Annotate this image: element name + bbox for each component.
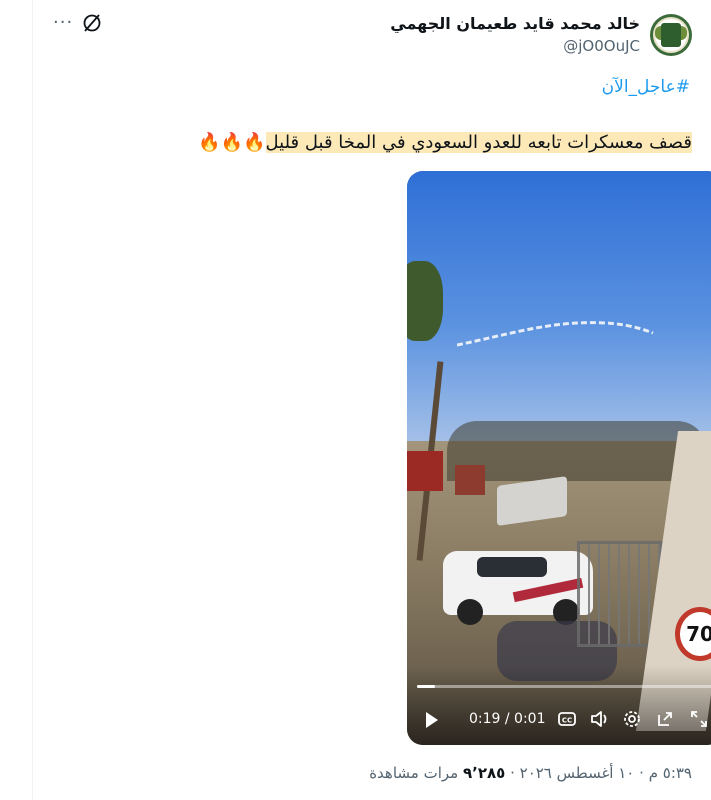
meta-separator: · bbox=[510, 764, 515, 782]
video-container-2 bbox=[455, 465, 485, 495]
video-trees bbox=[447, 421, 707, 481]
video-tree-left bbox=[407, 261, 443, 341]
video-controls-overlay bbox=[407, 665, 711, 745]
video-progress-fill bbox=[417, 685, 435, 688]
svg-text:CC: CC bbox=[562, 717, 572, 725]
tweet-date[interactable]: ١٠ أغسطس ٢٠٢٦ bbox=[520, 764, 635, 782]
missile-trail bbox=[457, 321, 654, 347]
video-car bbox=[443, 551, 593, 625]
meta-separator: · bbox=[639, 764, 644, 782]
views-label: مرات مشاهدة bbox=[369, 764, 459, 782]
tweet-time[interactable]: ٥:٣٩ م bbox=[649, 764, 692, 782]
video-player[interactable]: 70 0:19 / 0:01 CC bbox=[407, 171, 711, 745]
tweet-text-body: قصف معسكرات تابعه للعدو السعودي في المخا… bbox=[265, 132, 692, 153]
views-count: ٩٬٢٨٥ bbox=[462, 764, 506, 782]
video-container bbox=[407, 451, 443, 491]
fullscreen-icon[interactable] bbox=[689, 709, 709, 729]
settings-icon[interactable] bbox=[622, 709, 642, 729]
tweet-meta: ٥:٣٩ م · ١٠ أغسطس ٢٠٢٦ · ٩٬٢٨٥ مرات مشاه… bbox=[369, 764, 692, 782]
hashtag-link[interactable]: #عاجل_الآن bbox=[602, 77, 690, 97]
car-window bbox=[477, 557, 547, 577]
fire-emojis: 🔥🔥🔥 bbox=[198, 132, 266, 153]
car-wheel bbox=[457, 599, 483, 625]
play-icon[interactable] bbox=[425, 711, 439, 729]
popout-icon[interactable] bbox=[655, 709, 675, 729]
author-name[interactable]: خالد محمد قايد طعيمان الجهمي bbox=[390, 14, 640, 33]
more-options-icon[interactable]: ··· bbox=[53, 12, 73, 33]
car-stripe bbox=[512, 577, 584, 603]
tweet-text: قصف معسكرات تابعه للعدو السعودي في المخا… bbox=[198, 132, 692, 153]
video-progress-bar[interactable] bbox=[417, 685, 711, 688]
volume-icon[interactable] bbox=[589, 709, 609, 729]
captions-icon[interactable]: CC bbox=[557, 709, 577, 729]
tweet-card: خالد محمد قايد طعيمان الجهمي @jO0OuJC ··… bbox=[32, 0, 711, 800]
video-time: 0:19 / 0:01 bbox=[469, 711, 546, 727]
avatar[interactable] bbox=[650, 14, 692, 56]
grok-icon[interactable] bbox=[81, 12, 103, 34]
avatar-emblem bbox=[661, 23, 681, 47]
author-handle[interactable]: @jO0OuJC bbox=[563, 37, 640, 55]
